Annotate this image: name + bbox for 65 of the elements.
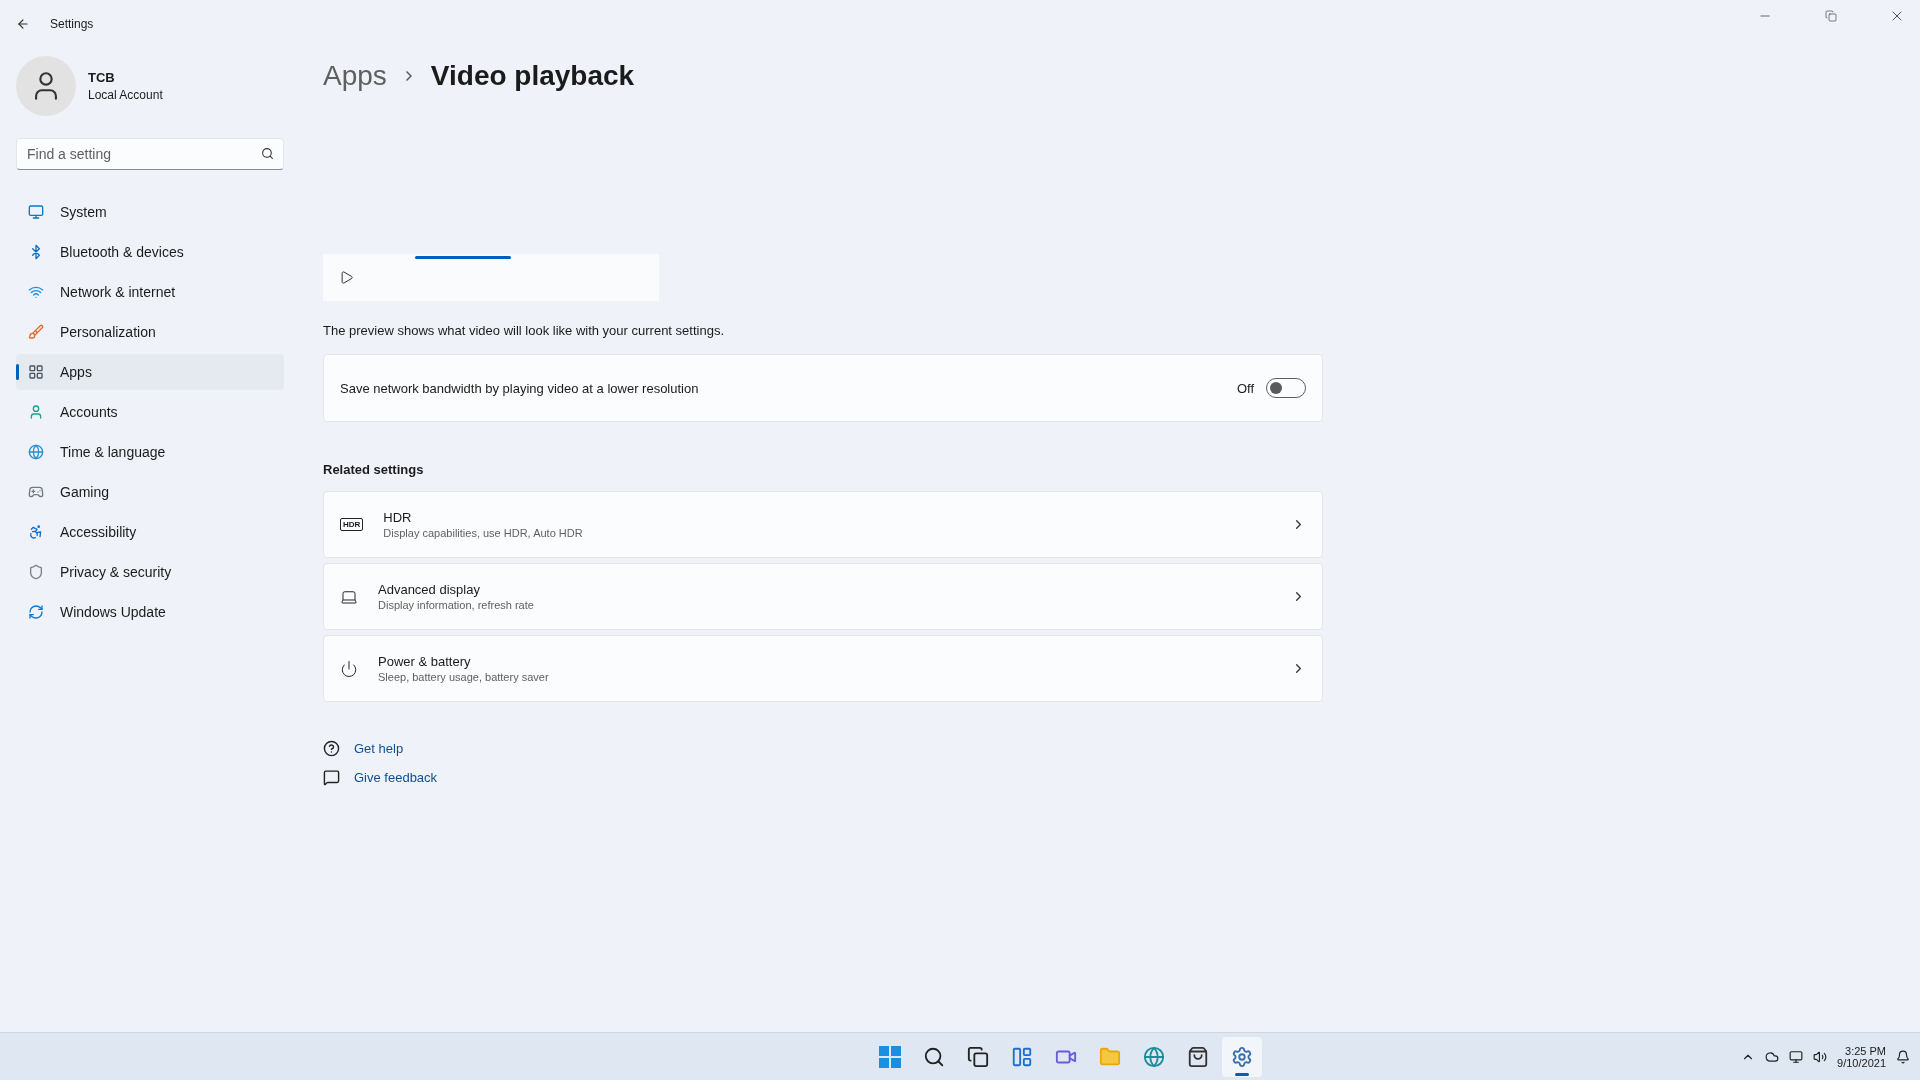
- card-subtitle: Sleep, battery usage, battery saver: [378, 671, 550, 683]
- network-icon[interactable]: [1789, 1049, 1804, 1064]
- settings-icon: [1231, 1046, 1253, 1068]
- related-setting-card[interactable]: Power & battery Sleep, battery usage, battery saver: [323, 635, 1323, 702]
- nav-item[interactable]: Accounts: [16, 394, 284, 430]
- user-name: TCB: [88, 70, 116, 85]
- feedback-icon: [323, 769, 340, 786]
- window-title: Settings: [50, 17, 94, 31]
- wifi-icon: [28, 284, 44, 300]
- nav-item[interactable]: Apps: [16, 354, 284, 390]
- back-icon[interactable]: [16, 17, 30, 31]
- task-view-icon: [967, 1046, 989, 1068]
- preview-caption: The preview shows what video will look like with your current settings.: [323, 323, 725, 338]
- card-subtitle: Display capabilities, use HDR, Auto HDR: [383, 527, 584, 539]
- nav-item[interactable]: Privacy & security: [16, 554, 284, 590]
- brush-icon: [28, 324, 44, 340]
- nav-item[interactable]: System: [16, 194, 284, 230]
- taskbar-app[interactable]: [1222, 1037, 1262, 1077]
- help-link[interactable]: Get help: [354, 741, 404, 756]
- breadcrumb-link[interactable]: Apps: [323, 60, 387, 92]
- search-icon: [923, 1046, 945, 1068]
- monitor-icon: [28, 204, 44, 220]
- globe-icon: [28, 444, 44, 460]
- setting-label: Save network bandwidth by playing video at a lower resolution: [340, 380, 700, 396]
- play-icon[interactable]: [339, 270, 354, 285]
- help-icon: [323, 740, 340, 757]
- clock-time[interactable]: 3:25 PM: [1845, 1044, 1886, 1057]
- related-setting-card[interactable]: Advanced display Display information, refresh rate: [323, 563, 1323, 630]
- restore-icon[interactable]: [1825, 10, 1837, 22]
- browser-icon: [1143, 1046, 1165, 1068]
- card-title: HDR: [383, 510, 413, 525]
- related-setting-card[interactable]: HDR HDR Display capabilities, use HDR, Auto HDR: [323, 491, 1323, 558]
- gamepad-icon: [28, 484, 44, 500]
- folder-icon: [1099, 1046, 1121, 1068]
- nav-item[interactable]: Network & internet: [16, 274, 284, 310]
- clock-date[interactable]: 9/10/2021: [1837, 1056, 1886, 1069]
- help-link[interactable]: Give feedback: [354, 770, 438, 785]
- power-icon: [340, 659, 358, 678]
- windows-start-icon: [879, 1046, 901, 1068]
- notification-icon[interactable]: [1896, 1049, 1910, 1064]
- hdr-icon: HDR: [340, 518, 364, 531]
- account-type: Local Account: [88, 88, 163, 102]
- cloud-icon[interactable]: [1765, 1049, 1780, 1064]
- page-title: Video playback: [430, 60, 635, 92]
- refresh-icon: [28, 604, 44, 620]
- widgets-icon: [1011, 1046, 1033, 1068]
- card-title: Power & battery: [378, 654, 472, 669]
- store-icon: [1187, 1046, 1209, 1068]
- nav-item[interactable]: Windows Update: [16, 594, 284, 630]
- nav-item[interactable]: Personalization: [16, 314, 284, 350]
- nav-item[interactable]: Bluetooth & devices: [16, 234, 284, 270]
- shield-icon: [28, 564, 44, 580]
- nav-item[interactable]: Gaming: [16, 474, 284, 510]
- nav-item[interactable]: Time & language: [16, 434, 284, 470]
- apps-icon: [28, 364, 44, 380]
- search-field[interactable]: Find a setting: [16, 138, 284, 170]
- card-subtitle: Display information, refresh rate: [378, 599, 535, 611]
- person-icon: [28, 404, 44, 420]
- nav-item[interactable]: Accessibility: [16, 514, 284, 550]
- accessibility-icon: [28, 524, 44, 540]
- search-icon: [261, 147, 274, 160]
- toggle-state: Off: [1236, 380, 1254, 396]
- volume-icon[interactable]: [1813, 1049, 1828, 1064]
- card-title: Advanced display: [378, 582, 481, 597]
- section-heading: Related settings: [323, 462, 425, 477]
